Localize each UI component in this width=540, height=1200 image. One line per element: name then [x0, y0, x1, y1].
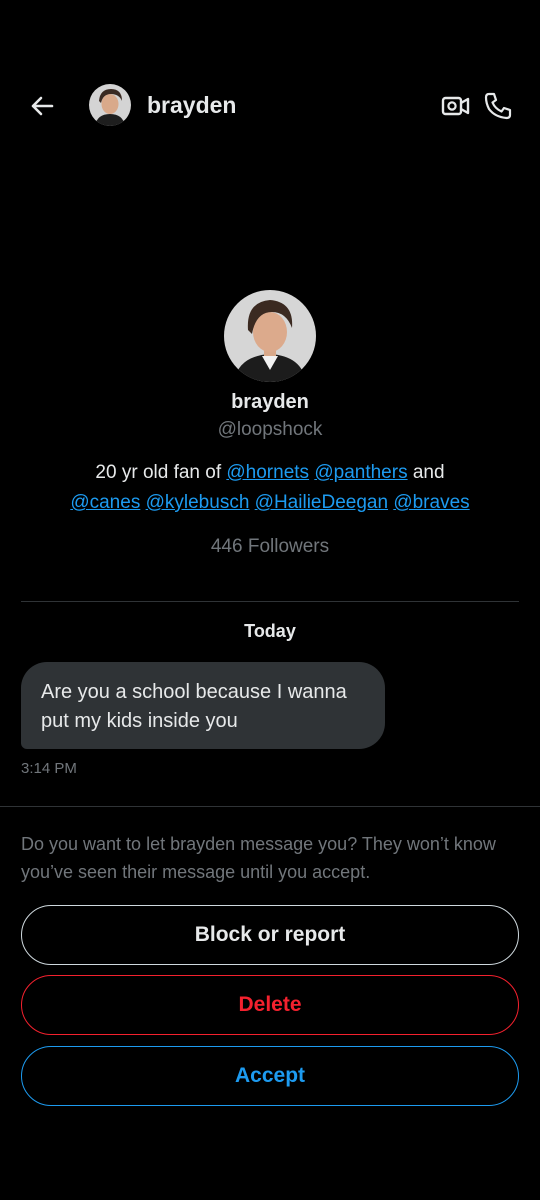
- accept-label: Accept: [234, 1064, 306, 1087]
- dm-request-screen: brayden brayden @loopshock 20 yr old fan: [0, 0, 540, 1200]
- bio-text: 20 yr old fan of: [95, 462, 227, 483]
- back-arrow-icon: [31, 96, 54, 116]
- header-username[interactable]: brayden: [147, 92, 236, 119]
- header-avatar[interactable]: [89, 84, 131, 126]
- back-button[interactable]: [26, 90, 58, 122]
- bio-text-and: and: [407, 462, 445, 483]
- message-request-prompt: Do you want to let brayden message you? …: [21, 834, 496, 882]
- phone-icon: [484, 92, 512, 120]
- video-call-button[interactable]: [440, 90, 472, 122]
- bio-link-braves[interactable]: @braves: [393, 492, 469, 513]
- block-or-report-label: Block or report: [194, 923, 346, 946]
- bio-link-hailiedeegan[interactable]: @HailieDeegan: [255, 492, 388, 513]
- block-or-report-button[interactable]: Block or report: [21, 905, 519, 965]
- followers-count[interactable]: 446 Followers: [0, 536, 540, 558]
- voice-call-button[interactable]: [482, 90, 514, 122]
- accept-button[interactable]: Accept: [21, 1046, 519, 1106]
- video-camera-icon: [441, 96, 470, 116]
- profile-name[interactable]: brayden: [0, 391, 540, 414]
- bio-link-canes[interactable]: @canes: [70, 492, 140, 513]
- bio-link-panthers[interactable]: @panthers: [314, 462, 407, 483]
- message-bubble[interactable]: Are you a school because I wanna put my …: [21, 662, 385, 749]
- delete-label: Delete: [238, 993, 302, 1016]
- profile-avatar[interactable]: [224, 290, 316, 382]
- conversation-header: brayden: [0, 78, 540, 134]
- profile-handle: @loopshock: [217, 419, 323, 440]
- profile-bio: 20 yr old fan of @hornets @panthers and …: [40, 458, 500, 518]
- divider: [21, 601, 519, 602]
- divider: [0, 806, 540, 807]
- bio-link-kylebusch[interactable]: @kylebusch: [146, 492, 250, 513]
- avatar-image: [89, 84, 131, 126]
- delete-button[interactable]: Delete: [21, 975, 519, 1035]
- date-separator: Today: [244, 621, 296, 641]
- bio-link-hornets[interactable]: @hornets: [226, 462, 309, 483]
- message-timestamp: 3:14 PM: [21, 760, 77, 777]
- avatar-image: [224, 290, 316, 382]
